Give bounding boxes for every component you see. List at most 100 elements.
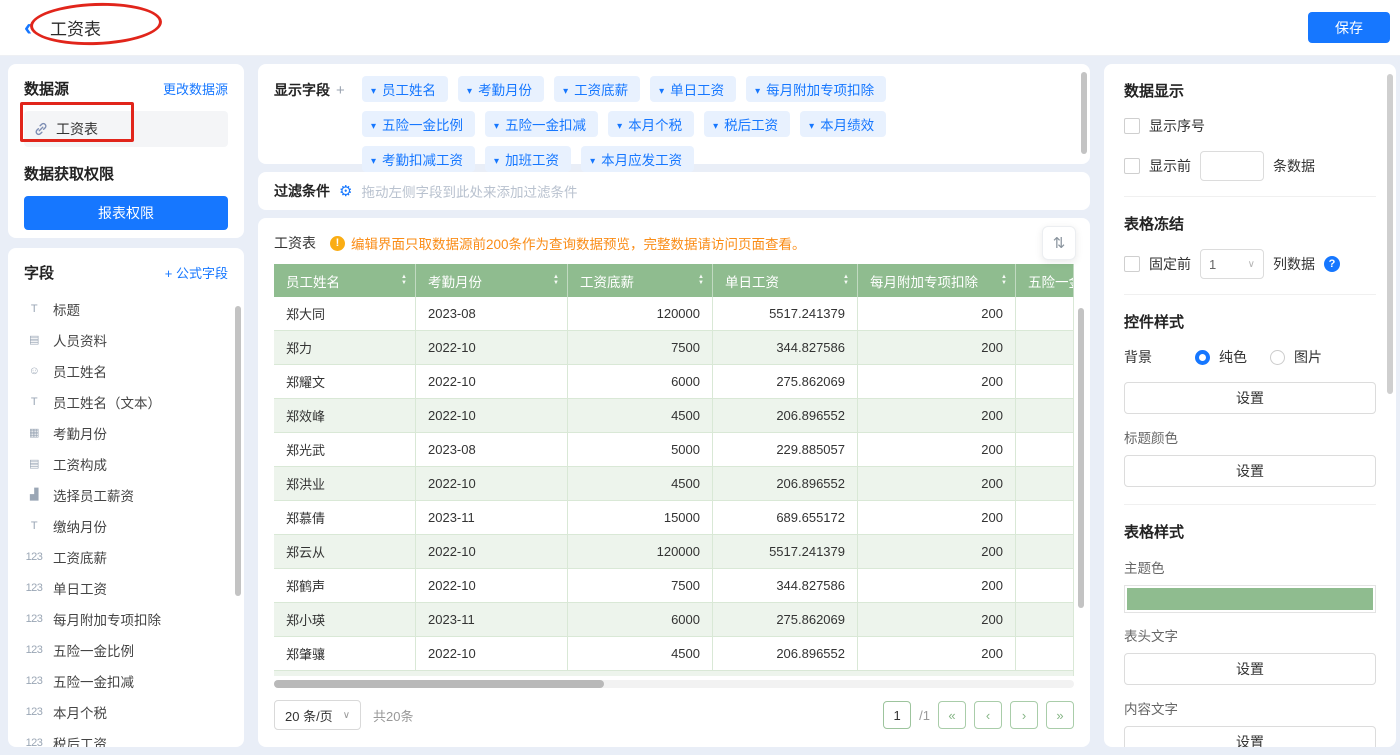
field-list-item[interactable]: T 缴纳月份 (24, 510, 228, 541)
add-formula-field-link[interactable]: + 公式字段 (165, 263, 228, 282)
row-count-input[interactable] (1200, 151, 1264, 181)
change-datasource-link[interactable]: 更改数据源 (163, 79, 228, 98)
table-row: 郑慕倩 2023-11 15000 689.655172 200 (274, 501, 1074, 535)
column-header[interactable]: 考勤月份 (416, 264, 568, 297)
field-chip[interactable]: 每月附加专项扣除 (746, 76, 886, 102)
column-header[interactable]: 每月附加专项扣除 (858, 264, 1016, 297)
column-header[interactable]: 工资底薪 (568, 264, 713, 297)
cell-base-salary: 5000 (568, 433, 713, 467)
field-list-item[interactable]: 123 五险一金比例 (24, 634, 228, 665)
field-chip[interactable]: 五险一金比例 (362, 111, 475, 137)
add-display-field-icon[interactable]: + (336, 82, 345, 99)
first-page-button[interactable]: « (938, 701, 966, 729)
sort-arrows-icon[interactable] (1001, 275, 1007, 286)
report-permission-button[interactable]: 报表权限 (24, 196, 228, 230)
field-type-icon: ☺ (24, 365, 44, 377)
field-chip-label: 本月应发工资 (601, 149, 682, 169)
page-size-select[interactable]: 20 条/页 ∨ (274, 700, 361, 730)
help-icon[interactable]: ? (1324, 256, 1340, 272)
field-list-item[interactable]: 123 本月个税 (24, 696, 228, 727)
field-list-item[interactable]: T 员工姓名（文本） (24, 386, 228, 417)
field-chip[interactable]: 员工姓名 (362, 76, 448, 102)
last-page-button[interactable]: » (1046, 701, 1074, 729)
title-color-set-button[interactable]: 设置 (1124, 455, 1376, 487)
table-row: 郑力 2022-10 7500 344.827586 200 (274, 331, 1074, 365)
field-list-item[interactable]: ▦ 考勤月份 (24, 417, 228, 448)
theme-color-swatch[interactable] (1124, 585, 1376, 613)
cell-employee-name: 郑力 (274, 331, 416, 365)
datasource-item[interactable]: 工资表 (24, 111, 228, 147)
freeze-checkbox[interactable] (1124, 256, 1140, 272)
cell-monthly-deduction: 200 (858, 637, 1016, 671)
field-chip[interactable]: 工资底薪 (554, 76, 640, 102)
field-list-item[interactable]: 123 每月附加专项扣除 (24, 603, 228, 634)
field-type-icon: T (24, 396, 44, 408)
cell-base-salary: 7500 (568, 331, 713, 365)
background-set-button[interactable]: 设置 (1124, 382, 1376, 414)
freeze-column-select[interactable]: 1 ∨ (1200, 249, 1264, 279)
sort-arrows-icon[interactable] (698, 275, 704, 286)
cell-monthly-deduction: 200 (858, 365, 1016, 399)
field-chip[interactable]: 本月绩效 (800, 111, 886, 137)
datasource-heading: 数据源 (24, 78, 69, 99)
current-page-input[interactable]: 1 (883, 701, 911, 729)
column-header[interactable]: 五险一金 (1016, 264, 1074, 297)
sort-arrows-icon[interactable] (843, 275, 849, 286)
column-header[interactable]: 员工姓名 (274, 264, 416, 297)
datasource-panel: 数据源 更改数据源 工资表 数据获取权限 报表权限 (8, 64, 244, 238)
field-chip[interactable]: 考勤扣减工资 (362, 146, 475, 172)
cell-attendance-month: 2022-10 (416, 467, 568, 501)
image-radio[interactable] (1270, 350, 1285, 365)
total-count: 共20条 (373, 706, 413, 725)
field-chip[interactable]: 考勤月份 (458, 76, 544, 102)
field-chip[interactable]: 五险一金扣减 (485, 111, 598, 137)
field-list-item[interactable]: ▤ 人员资料 (24, 324, 228, 355)
show-first-checkbox[interactable] (1124, 158, 1140, 174)
content-text-set-button[interactable]: 设置 (1124, 726, 1376, 747)
fields-scrollbar[interactable] (235, 306, 241, 596)
field-list-item[interactable]: ▟ 选择员工薪资 (24, 479, 228, 510)
left-sidebar: 数据源 更改数据源 工资表 数据获取权限 报表权限 字段 + 公式字段 (8, 64, 244, 747)
cell-insurance (1016, 297, 1074, 331)
show-index-checkbox[interactable] (1124, 118, 1140, 134)
top-bar: ‹ 工资表 保存 (0, 0, 1400, 56)
content-text-label: 内容文字 (1124, 698, 1376, 718)
field-list-item[interactable]: 123 工资底薪 (24, 541, 228, 572)
field-list-item[interactable]: 123 单日工资 (24, 572, 228, 603)
field-chip[interactable]: 本月个税 (608, 111, 694, 137)
table-style-heading: 表格样式 (1124, 521, 1376, 542)
table-scrollbar[interactable] (1078, 308, 1084, 608)
gear-icon[interactable]: ⚙ (339, 182, 352, 200)
sort-arrows-icon[interactable] (401, 275, 407, 286)
field-list-item[interactable]: 123 五险一金扣减 (24, 665, 228, 696)
horizontal-scrollbar-thumb[interactable] (274, 680, 604, 688)
field-chip[interactable]: 单日工资 (650, 76, 736, 102)
field-chip-label: 本月绩效 (820, 114, 874, 134)
field-chip[interactable]: 税后工资 (704, 111, 790, 137)
header-text-set-button[interactable]: 设置 (1124, 653, 1376, 685)
cell-base-salary: 15000 (568, 501, 713, 535)
field-label: 考勤月份 (53, 423, 107, 443)
settings-scrollbar[interactable] (1387, 74, 1393, 394)
cell-insurance (1016, 399, 1074, 433)
back-icon[interactable]: ‹ (24, 18, 32, 38)
cell-base-salary: 4500 (568, 399, 713, 433)
cell-daily-wage: 344.827586 (713, 569, 858, 603)
chips-scrollbar[interactable] (1081, 72, 1087, 154)
solid-color-radio[interactable] (1195, 350, 1210, 365)
sort-toggle-button[interactable]: ⇅ (1042, 226, 1076, 260)
cell-attendance-month: 2023-11 (416, 603, 568, 637)
field-list-item[interactable]: 123 税后工资 (24, 727, 228, 747)
field-chip[interactable]: 加班工资 (485, 146, 571, 172)
field-list-item[interactable]: ▤ 工资构成 (24, 448, 228, 479)
column-header[interactable]: 单日工资 (713, 264, 858, 297)
field-chip[interactable]: 本月应发工资 (581, 146, 694, 172)
filter-panel[interactable]: 过滤条件 ⚙ 拖动左侧字段到此处来添加过滤条件 (258, 172, 1090, 210)
save-button[interactable]: 保存 (1308, 12, 1390, 43)
field-list-item[interactable]: T 标题 (24, 293, 228, 324)
field-list-item[interactable]: ☺ 员工姓名 (24, 355, 228, 386)
prev-page-button[interactable]: ‹ (974, 701, 1002, 729)
cell-employee-name: 郑耀文 (274, 365, 416, 399)
next-page-button[interactable]: › (1010, 701, 1038, 729)
sort-arrows-icon[interactable] (553, 275, 559, 286)
